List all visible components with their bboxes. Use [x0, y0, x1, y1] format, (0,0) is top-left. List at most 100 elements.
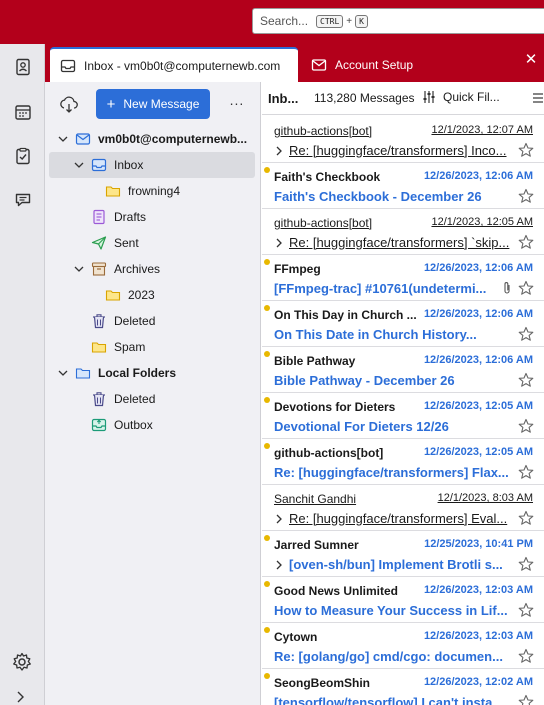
folder-item-2023[interactable]: 2023 [45, 282, 261, 308]
unread-dot-icon[interactable] [264, 351, 270, 357]
folder-item-deleted[interactable]: Deleted [45, 386, 261, 412]
message-date: 12/1/2023, 12:07 AM [431, 124, 533, 136]
message-date: 12/26/2023, 12:03 AM [423, 584, 533, 596]
chevron-down-icon[interactable] [57, 367, 69, 379]
star-icon[interactable] [518, 648, 534, 664]
message-row[interactable]: github-actions[bot] 12/1/2023, 12:05 AM Re… [262, 209, 544, 255]
unread-dot-icon[interactable] [264, 397, 270, 403]
star-icon[interactable] [518, 418, 534, 434]
message-row[interactable]: Faith's Checkbook 12/26/2023, 12:06 AM Fai… [262, 163, 544, 209]
message-row[interactable]: github-actions[bot] 12/1/2023, 12:07 AM Re… [262, 117, 544, 163]
folder-item-archives[interactable]: Archives [45, 256, 261, 282]
star-icon[interactable] [518, 372, 534, 388]
message-subject: Re: [huggingface/transformers] Flax... [274, 465, 509, 480]
message-row[interactable]: Bible Pathway 12/26/2023, 12:06 AM Bible P… [262, 347, 544, 393]
folder-item-vm0b0t-computernewb[interactable]: vm0b0t@computernewb... [45, 126, 261, 152]
unread-dot-icon[interactable] [264, 259, 270, 265]
message-count: 113,280 Messages [314, 91, 415, 105]
folder-item-outbox[interactable]: Outbox [45, 412, 261, 438]
message-sender: Faith's Checkbook [274, 170, 381, 184]
message-row[interactable]: FFmpeg 12/26/2023, 12:06 AM [FFmpeg-trac] … [262, 255, 544, 301]
message-sender: github-actions[bot] [274, 446, 384, 460]
unread-dot-icon[interactable] [264, 305, 270, 311]
unread-dot-icon[interactable] [264, 627, 270, 633]
message-date: 12/26/2023, 12:05 AM [423, 400, 533, 412]
message-date: 12/1/2023, 8:03 AM [437, 492, 533, 504]
new-message-button[interactable]: + New Message [96, 89, 210, 119]
folder-pane: + New Message ... vm0b0t@computernewb...… [45, 82, 261, 705]
folder-item-inbox[interactable]: Inbox [49, 152, 255, 178]
star-icon[interactable] [518, 142, 534, 158]
folder-label: Sent [114, 236, 139, 250]
account-icon [75, 131, 91, 147]
shortcut-plus: + [346, 15, 353, 27]
plus-icon: + [106, 95, 116, 113]
address-book-icon[interactable] [7, 51, 38, 82]
message-row[interactable]: SeongBeomShin 12/26/2023, 12:02 AM [tensor… [262, 669, 544, 705]
message-date: 12/25/2023, 10:41 PM [424, 538, 533, 550]
close-tab-icon[interactable]: ✕ [524, 52, 538, 67]
folder-item-local-folders[interactable]: Local Folders [45, 360, 261, 386]
message-date: 12/26/2023, 12:06 AM [423, 354, 533, 366]
global-search-input[interactable]: Search... CTRL + K [252, 8, 544, 34]
message-date: 12/26/2023, 12:06 AM [423, 170, 533, 182]
tab-account-setup[interactable]: Account Setup [303, 47, 543, 82]
folder-label: Spam [114, 340, 146, 354]
folder-pane-more-icon[interactable]: ... [229, 93, 245, 110]
unread-dot-icon[interactable] [264, 673, 270, 679]
thread-chevron-right-icon[interactable] [274, 513, 284, 525]
message-row[interactable]: On This Day in Church ... 12/26/2023, 12:… [262, 301, 544, 347]
tab-account-setup-label: Account Setup [335, 57, 414, 72]
star-icon[interactable] [518, 510, 534, 526]
trash-icon [91, 313, 107, 329]
search-placeholder: Search... [260, 14, 309, 28]
chevron-down-icon[interactable] [73, 263, 85, 275]
thread-chevron-right-icon[interactable] [274, 559, 284, 571]
folder-item-deleted[interactable]: Deleted [45, 308, 261, 334]
folder-label: vm0b0t@computernewb... [98, 132, 248, 146]
chat-icon[interactable] [7, 184, 38, 215]
star-icon[interactable] [518, 188, 534, 204]
message-row[interactable]: Good News Unlimited 12/26/2023, 12:03 AM H… [262, 577, 544, 623]
unread-dot-icon[interactable] [264, 443, 270, 449]
folder-item-sent[interactable]: Sent [45, 230, 261, 256]
star-icon[interactable] [518, 556, 534, 572]
folder-item-frowning4[interactable]: frowning4 [45, 178, 261, 204]
star-icon[interactable] [518, 464, 534, 480]
unread-dot-icon[interactable] [264, 167, 270, 173]
get-messages-icon[interactable] [59, 95, 79, 115]
quick-filter-button[interactable]: Quick Fil... [422, 90, 500, 104]
star-icon[interactable] [518, 234, 534, 250]
list-options-icon[interactable] [532, 91, 544, 105]
thread-chevron-right-icon[interactable] [274, 237, 284, 249]
chevron-down-icon[interactable] [57, 133, 69, 145]
star-icon[interactable] [518, 280, 534, 296]
unread-dot-icon[interactable] [264, 581, 270, 587]
calendar-icon[interactable] [7, 96, 38, 127]
tasks-icon[interactable] [7, 140, 38, 171]
message-sender: github-actions[bot] [274, 124, 373, 138]
settings-gear-icon[interactable] [12, 652, 32, 672]
star-icon[interactable] [518, 326, 534, 342]
collapse-toolbar-icon[interactable] [12, 690, 32, 704]
shortcut-ctrl-key: CTRL [316, 14, 344, 28]
unread-dot-icon[interactable] [264, 535, 270, 541]
new-message-label: New Message [123, 97, 200, 111]
spaces-toolbar [0, 0, 45, 705]
tab-inbox[interactable]: Inbox - vm0b0t@computernewb.com [50, 47, 298, 82]
message-row[interactable]: Sanchit Gandhi 12/1/2023, 8:03 AM Re: [hug… [262, 485, 544, 531]
folder-label: Inbox [114, 158, 144, 172]
message-row[interactable]: Devotions for Dieters 12/26/2023, 12:05 A… [262, 393, 544, 439]
thread-chevron-right-icon[interactable] [274, 145, 284, 157]
folder-item-drafts[interactable]: Drafts [45, 204, 261, 230]
star-icon[interactable] [518, 694, 534, 705]
folder-item-spam[interactable]: Spam [45, 334, 261, 360]
star-icon[interactable] [518, 602, 534, 618]
message-row[interactable]: Cytown 12/26/2023, 12:03 AM Re: [golang/go… [262, 623, 544, 669]
folder-label: Outbox [114, 418, 153, 432]
message-row[interactable]: github-actions[bot] 12/26/2023, 12:05 AM R… [262, 439, 544, 485]
chevron-down-icon[interactable] [73, 159, 85, 171]
message-row[interactable]: Jarred Sumner 12/25/2023, 10:41 PM [oven-s… [262, 531, 544, 577]
